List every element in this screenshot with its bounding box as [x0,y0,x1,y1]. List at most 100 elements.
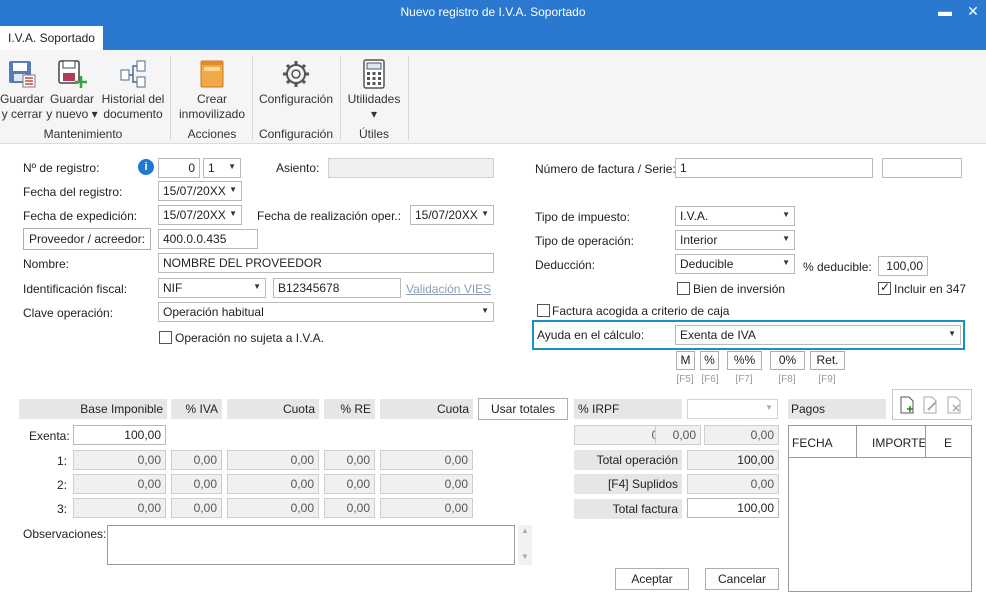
row-3-cuota: 0,00 [227,498,319,518]
add-payment-icon[interactable] [898,396,916,414]
utilidades-button[interactable]: Utilidades ▾ [344,58,404,122]
ayuda-select[interactable]: Exenta de IVA ▼ [675,325,961,345]
group-utiles: Útiles [358,127,389,141]
calculator-icon [363,59,385,89]
guardar-nuevo-button[interactable]: Guardar y nuevo ▾ [44,58,100,122]
factura-serie-input[interactable] [882,158,962,178]
chevron-down-icon: ▼ [228,162,236,171]
row-2-re: 0,00 [324,474,375,494]
chevron-down-icon: ▼ [948,329,956,338]
observaciones-textarea[interactable] [107,525,515,565]
deduccion-value: Deducible [680,257,734,271]
suplidos-label[interactable]: [F4] Suplidos [574,474,682,494]
chevron-down-icon: ▼ [782,210,790,219]
pagos-col-importe[interactable]: IMPORTE [872,436,926,450]
incluir-347-checkbox[interactable] [878,280,891,295]
row-1-cuota: 0,00 [227,450,319,470]
row-1-base: 0,00 [73,450,166,470]
group-acciones: Acciones [187,127,237,141]
proveedor-button[interactable]: Proveedor / acreedor: [23,228,151,250]
tipo-operacion-select[interactable]: Interior ▼ [675,230,795,250]
delete-payment-icon[interactable] [945,396,963,414]
crear-line2: inmovilizado [178,107,246,121]
deduccion-select[interactable]: Deducible ▼ [675,254,795,274]
nombre-input[interactable]: NOMBRE DEL PROVEEDOR [158,253,494,273]
validacion-vies-link[interactable]: Validación VIES [406,282,491,296]
calc-m-button[interactable]: M [676,351,695,370]
tab-iva-soportado[interactable]: I.V.A. Soportado [0,26,103,50]
bien-inversion-label: Bien de inversión [693,282,786,296]
chevron-down-icon: ▼ [782,234,790,243]
guardar-cerrar-line2: y cerrar [1,107,43,121]
calc-zero-button[interactable]: 0% [770,351,805,370]
criterio-caja-label: Factura acogida a criterio de caja [552,304,730,318]
fecha-expedicion-label: Fecha de expedición: [23,209,138,223]
no-sujeta-checkbox[interactable] [159,331,172,344]
cancelar-button[interactable]: Cancelar [705,568,779,590]
historial-button[interactable]: Historial del documento [100,58,166,122]
fkey-f8: [F8] [778,374,796,385]
info-icon[interactable]: i [138,159,154,175]
scroll-up-icon[interactable]: ▲ [518,525,532,537]
ident-num-input[interactable]: B12345678 [273,278,401,298]
factura-label: Número de factura / Serie: [535,162,676,176]
configuracion-button[interactable]: Configuración [256,58,336,107]
fecha-realizacion-select[interactable]: 15/07/20XX ▼ [410,205,494,225]
calc-ret-button[interactable]: Ret. [810,351,845,370]
header-pct-re: % RE [324,399,375,419]
tipo-impuesto-select[interactable]: I.V.A. ▼ [675,206,795,226]
header-pct-iva: % IVA [171,399,222,419]
aceptar-button[interactable]: Aceptar [615,568,689,590]
observaciones-label: Observaciones: [23,527,107,541]
calc-pct-button[interactable]: % [700,351,719,370]
irpf-select[interactable]: ▼ [687,399,778,419]
fecha-registro-select[interactable]: 15/07/20XX ▼ [158,181,242,201]
guardar-cerrar-line1: Guardar [0,92,45,106]
pagos-col-e[interactable]: E [944,436,952,450]
close-icon[interactable]: ✕ [958,0,986,24]
row-2-cuota: 0,00 [227,474,319,494]
tipo-operacion-label: Tipo de operación: [535,234,634,248]
bien-inversion-checkbox[interactable] [677,282,690,295]
guardar-cerrar-button[interactable]: Guardar y cerrar [0,58,44,122]
ident-tipo-select[interactable]: NIF ▼ [158,278,266,298]
ribbon-separator [170,56,171,140]
ayuda-label: Ayuda en el cálculo: [537,328,645,342]
registro-serie-select[interactable]: 1 ▼ [203,158,241,178]
no-sujeta-label: Operación no sujeta a I.V.A. [175,331,324,345]
clave-select[interactable]: Operación habitual ▼ [158,302,494,322]
header-pct-irpf: % IRPF [574,399,682,419]
total-factura-value: 100,00 [687,498,779,518]
row-3-re: 0,00 [324,498,375,518]
pct-deducible-input[interactable]: 100,00 [878,256,928,276]
registro-label: Nº de registro: [23,161,100,175]
exenta-label: Exenta: [29,429,70,443]
asset-box-icon [200,60,224,88]
crear-line1: Crear [196,92,227,106]
irpf-pct-input: 0,00 [655,425,701,445]
pagos-col-divider [925,426,926,458]
factura-num-input[interactable]: 1 [675,158,873,178]
fecha-expedicion-select[interactable]: 15/07/20XX ▼ [158,205,242,225]
observaciones-scrollbar[interactable]: ▲ ▼ [518,525,532,565]
irpf-cuota-input: 0,00 [704,425,779,445]
edit-payment-icon[interactable] [921,396,939,414]
row-3-cuota-re: 0,00 [380,498,473,518]
proveedor-cuenta-input[interactable]: 400.0.0.435 [158,229,258,249]
scroll-down-icon[interactable]: ▼ [518,551,532,563]
calc-pctpct-button[interactable]: %% [727,351,762,370]
fecha-realizacion-value: 15/07/20XX [415,208,478,222]
criterio-caja-checkbox[interactable] [537,304,550,317]
fecha-expedicion-value: 15/07/20XX [163,208,226,222]
chevron-down-icon: ▼ [765,403,773,412]
total-operacion-value: 100,00 [687,450,779,470]
historial-line2: documento [103,107,163,121]
gear-icon [283,61,309,87]
minimize-icon[interactable]: ▬ [930,0,960,24]
usar-totales-button[interactable]: Usar totales [478,398,568,420]
registro-number-input[interactable]: 0 [158,158,200,178]
crear-inmovilizado-button[interactable]: Crear inmovilizado [174,58,250,122]
pagos-col-fecha[interactable]: FECHA [792,436,833,450]
asiento-input [328,158,494,178]
exenta-input[interactable]: 100,00 [73,425,166,445]
